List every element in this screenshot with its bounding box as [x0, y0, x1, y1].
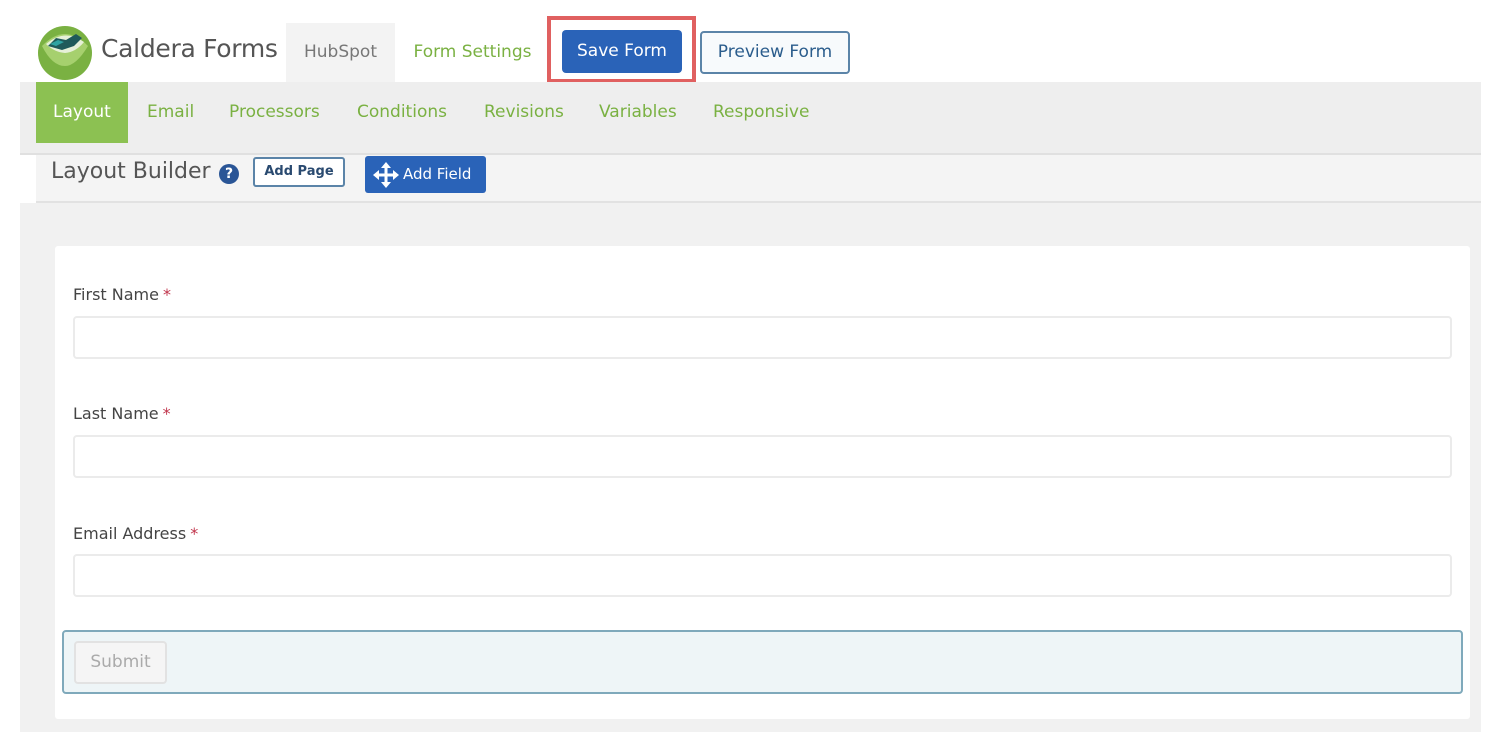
- email-address-input[interactable]: [73, 554, 1452, 597]
- submit-button[interactable]: Submit: [74, 641, 167, 684]
- required-marker: *: [162, 404, 171, 423]
- editor-nav: Layout Email Processors Conditions Revis…: [20, 82, 1481, 155]
- add-field-label: Add Field: [403, 165, 472, 183]
- add-page-button[interactable]: Add Page: [253, 157, 345, 187]
- email-address-label: Email Address *: [73, 524, 198, 543]
- move-arrows-icon: [373, 162, 399, 188]
- required-marker: *: [162, 285, 171, 304]
- tab-form-settings[interactable]: Form Settings: [400, 23, 545, 82]
- add-field-button[interactable]: Add Field: [365, 156, 486, 193]
- first-name-label-text: First Name: [73, 285, 159, 304]
- nav-processors[interactable]: Processors: [229, 82, 320, 143]
- nav-responsive[interactable]: Responsive: [713, 82, 809, 143]
- first-name-label: First Name *: [73, 285, 171, 304]
- email-address-label-text: Email Address: [73, 524, 187, 543]
- layout-builder-title: Layout Builder: [51, 159, 211, 184]
- last-name-label-text: Last Name: [73, 404, 159, 423]
- first-name-input[interactable]: [73, 316, 1452, 359]
- last-name-input[interactable]: [73, 435, 1452, 478]
- nav-layout[interactable]: Layout: [36, 82, 128, 143]
- save-form-button[interactable]: Save Form: [562, 30, 682, 73]
- help-icon[interactable]: ?: [219, 164, 239, 184]
- brand-name: Caldera Forms: [101, 34, 278, 63]
- nav-email[interactable]: Email: [147, 82, 194, 143]
- preview-form-button[interactable]: Preview Form: [700, 31, 850, 74]
- required-marker: *: [190, 524, 199, 543]
- submit-row[interactable]: Submit: [62, 630, 1463, 694]
- last-name-label: Last Name *: [73, 404, 171, 423]
- nav-revisions[interactable]: Revisions: [484, 82, 564, 143]
- tab-hubspot[interactable]: HubSpot: [286, 23, 395, 82]
- nav-variables[interactable]: Variables: [599, 82, 677, 143]
- caldera-logo-icon: [38, 26, 92, 80]
- top-header: Caldera Forms HubSpot Form Settings Save…: [0, 0, 1502, 83]
- nav-conditions[interactable]: Conditions: [357, 82, 447, 143]
- layout-builder-bar: Layout Builder ? Add Page Add Field: [36, 155, 1481, 203]
